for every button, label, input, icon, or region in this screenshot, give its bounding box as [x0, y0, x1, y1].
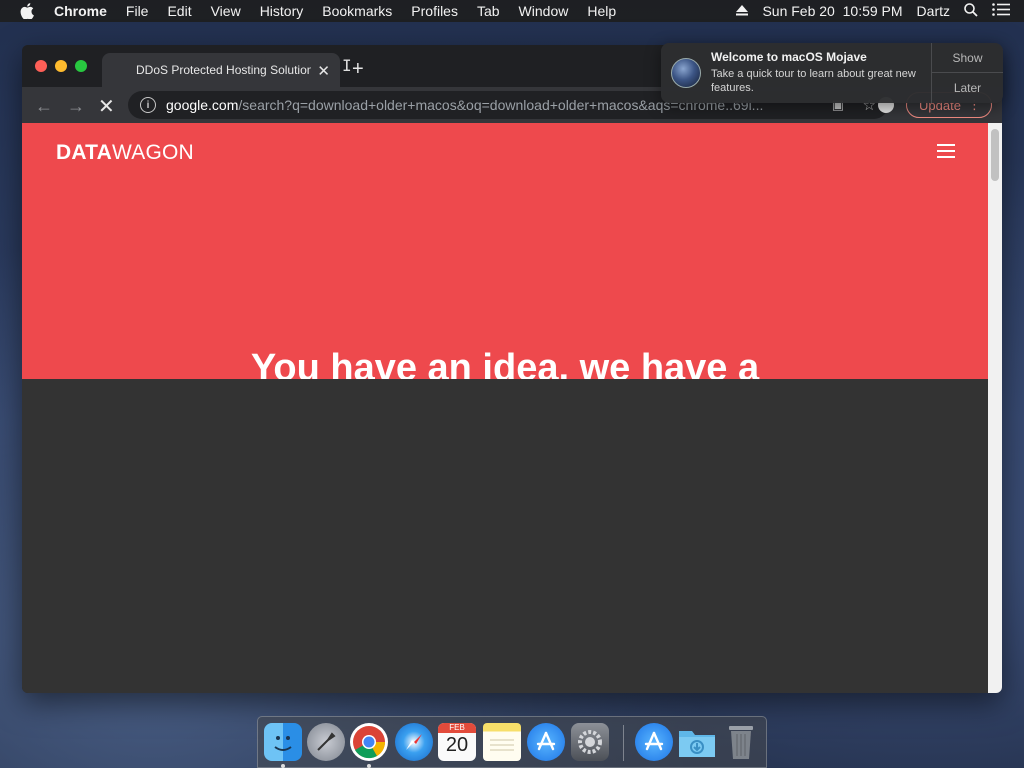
notification-later-button[interactable]: Later	[932, 73, 1003, 103]
dock: FEB 20	[257, 716, 767, 768]
user-name[interactable]: Dartz	[917, 3, 950, 19]
menu-bar-status: Sun Feb 20 10:59 PM Dartz	[736, 0, 1024, 22]
menu-help[interactable]: Help	[587, 3, 616, 19]
new-tab-button[interactable]: +	[352, 58, 364, 81]
minimize-window-button[interactable]	[55, 60, 67, 72]
chrome-running-indicator	[367, 764, 371, 768]
spotlight-search-icon[interactable]	[964, 2, 978, 20]
safari-icon[interactable]	[395, 723, 433, 761]
hero-headline: You have an idea, we have a	[250, 347, 760, 379]
calendar-day: 20	[445, 734, 469, 756]
browser-window: DDoS Protected Hosting Solutions ✕ I + ←…	[22, 45, 1002, 693]
calendar-month: FEB	[438, 723, 476, 733]
menu-tab[interactable]: Tab	[477, 3, 500, 19]
notification-show-button[interactable]: Show	[932, 43, 1003, 73]
notification-actions: Show Later	[931, 43, 1003, 103]
logo-light-text: WAGON	[112, 141, 194, 164]
apple-menu-icon[interactable]	[20, 3, 38, 19]
notification-title: Welcome to macOS Mojave	[711, 50, 867, 64]
menu-file[interactable]: File	[126, 3, 149, 19]
site-logo[interactable]: DATAWAGON	[56, 141, 194, 165]
menu-edit[interactable]: Edit	[167, 3, 191, 19]
site-info-icon[interactable]: i	[140, 97, 156, 113]
trash-icon[interactable]	[722, 723, 760, 761]
menu-view[interactable]: View	[211, 3, 241, 19]
launchpad-icon[interactable]	[307, 723, 345, 761]
clock[interactable]: Sun Feb 20 10:59 PM	[762, 3, 902, 19]
menu-window[interactable]: Window	[519, 3, 569, 19]
mojave-notification[interactable]: Welcome to macOS Mojave Take a quick tou…	[661, 43, 1003, 103]
menu-profiles[interactable]: Profiles	[411, 3, 458, 19]
downloads-folder-icon[interactable]	[678, 723, 716, 761]
text-cursor-icon: I	[342, 56, 352, 75]
forward-button[interactable]: →	[67, 96, 85, 117]
app-store-download-icon[interactable]	[635, 723, 673, 761]
page-viewport[interactable]: DATAWAGON You have an idea, we have a	[22, 123, 988, 693]
close-window-button[interactable]	[35, 60, 47, 72]
menu-history[interactable]: History	[260, 3, 304, 19]
tab-close-icon[interactable]: ✕	[317, 62, 330, 80]
app-store-icon[interactable]	[527, 723, 565, 761]
system-preferences-icon[interactable]	[571, 723, 609, 761]
mojave-logo-icon	[671, 58, 701, 88]
calendar-icon[interactable]: FEB 20	[438, 723, 476, 761]
back-button[interactable]: ←	[35, 96, 53, 117]
logo-bold-text: DATA	[56, 141, 113, 164]
browser-tab-active[interactable]: DDoS Protected Hosting Solutions ✕	[102, 53, 340, 87]
hamburger-menu-icon[interactable]	[937, 144, 955, 162]
scrollbar-thumb[interactable]	[991, 129, 999, 181]
fullscreen-window-button[interactable]	[75, 60, 87, 72]
menu-bar: Chrome File Edit View History Bookmarks …	[0, 0, 1024, 22]
menu-app-chrome[interactable]: Chrome	[54, 3, 107, 19]
hero-section: DATAWAGON You have an idea, we have a	[22, 123, 988, 379]
dock-separator	[623, 725, 624, 761]
notes-icon[interactable]	[483, 723, 521, 761]
tab-title: DDoS Protected Hosting Solutions	[136, 63, 311, 77]
page-scrollbar[interactable]	[988, 123, 1002, 693]
menu-bookmarks[interactable]: Bookmarks	[322, 3, 392, 19]
eject-icon[interactable]	[736, 3, 749, 19]
chrome-icon[interactable]	[350, 723, 388, 761]
notification-body: Take a quick tour to learn about great n…	[711, 68, 916, 94]
finder-running-indicator	[281, 764, 285, 768]
notification-center-icon[interactable]	[992, 3, 1010, 19]
url-host: google.com	[166, 97, 239, 113]
stop-loading-button[interactable]: ✕	[98, 94, 115, 119]
finder-icon[interactable]	[264, 723, 302, 761]
